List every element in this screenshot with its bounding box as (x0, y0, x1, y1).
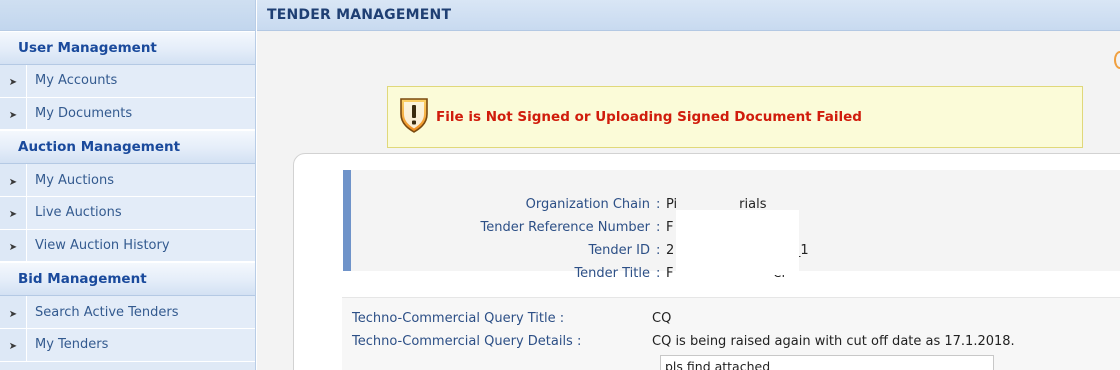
sidebar-item-label[interactable]: My Accounts (26, 65, 255, 97)
tender-id-value-start: 2 (666, 242, 675, 258)
sidebar-top-bar (0, 0, 255, 31)
sidebar-item-my-tenders[interactable]: ➤ My Tenders (0, 329, 255, 362)
sidebar-item-my-auctions[interactable]: ➤ My Auctions (0, 164, 255, 198)
tender-title-label: Tender Title (574, 265, 650, 281)
redaction-box (676, 210, 799, 275)
colon: : (656, 219, 661, 235)
query-response-field[interactable]: pls find attached (660, 355, 994, 370)
alert-message: File is Not Signed or Uploading Signed D… (436, 109, 862, 125)
arrow-right-icon: ➤ (8, 341, 18, 353)
tender-detail-panel: Organization Chain : Pi rials Tender Refe… (293, 153, 1120, 370)
section-header-user-management[interactable]: User Management (0, 31, 255, 65)
sidebar-item-my-accounts[interactable]: ➤ My Accounts (0, 65, 255, 98)
sidebar-item-label[interactable]: My Documents (26, 97, 255, 130)
tender-ref-label: Tender Reference Number (480, 219, 650, 235)
arrow-right-icon: ➤ (8, 77, 18, 89)
section-header-bid-management[interactable]: Bid Management (0, 262, 255, 297)
section-header-auction-management[interactable]: Auction Management (0, 130, 255, 165)
arrow-right-icon: ➤ (8, 308, 18, 320)
arrow-right-icon: ➤ (8, 242, 18, 254)
sidebar-item-label[interactable]: My Auctions (26, 164, 255, 197)
page-title: TENDER MANAGEMENT (267, 7, 452, 23)
query-details-value: CQ is being raised again with cut off da… (652, 334, 1015, 349)
query-details-row: Techno-Commercial Query Details : CQ is … (352, 334, 1015, 349)
sidebar-item-label[interactable]: View Auction History (26, 229, 255, 262)
page-header: TENDER MANAGEMENT (257, 0, 1120, 31)
sidebar-item-label[interactable]: My Tenders (26, 329, 255, 361)
sidebar-item-live-auctions[interactable]: ➤ Live Auctions (0, 197, 255, 230)
query-block: Techno-Commercial Query Title : CQ Techn… (342, 297, 1120, 370)
error-alert: File is Not Signed or Uploading Signed D… (387, 86, 1083, 148)
colon: : (656, 196, 661, 212)
tender-id-label: Tender ID (588, 242, 650, 258)
query-title-row: Techno-Commercial Query Title : CQ (352, 311, 671, 326)
query-title-value: CQ (652, 311, 672, 326)
help-icon[interactable] (1114, 51, 1120, 69)
sidebar-item-view-auction-history[interactable]: ➤ View Auction History (0, 229, 255, 263)
sidebar: User Management ➤ My Accounts ➤ My Docum… (0, 0, 256, 370)
tender-ref-value: F (666, 219, 674, 235)
query-details-label: Techno-Commercial Query Details : (352, 334, 582, 349)
colon: : (656, 265, 661, 281)
sidebar-item-my-documents[interactable]: ➤ My Documents (0, 97, 255, 131)
tender-title-value-start: F (666, 265, 674, 281)
colon: : (656, 242, 661, 258)
arrow-right-icon: ➤ (8, 176, 18, 188)
redacted-area (677, 197, 740, 211)
org-chain-label: Organization Chain (525, 196, 650, 212)
main-content: TENDER MANAGEMENT File is Not Signed or … (257, 0, 1120, 370)
arrow-right-icon: ➤ (8, 110, 18, 122)
sidebar-item-label[interactable]: Search Active Tenders (26, 296, 255, 329)
tender-ref-row: Tender Reference Number : F (351, 217, 673, 237)
query-title-label: Techno-Commercial Query Title : (352, 311, 565, 326)
warning-shield-icon (398, 96, 430, 138)
tender-info-block: Organization Chain : Pi rials Tender Refe… (343, 170, 1120, 281)
sidebar-item-label[interactable]: Live Auctions (26, 197, 255, 229)
sidebar-item-search-active-tenders[interactable]: ➤ Search Active Tenders (0, 296, 255, 330)
arrow-right-icon: ➤ (8, 209, 18, 221)
